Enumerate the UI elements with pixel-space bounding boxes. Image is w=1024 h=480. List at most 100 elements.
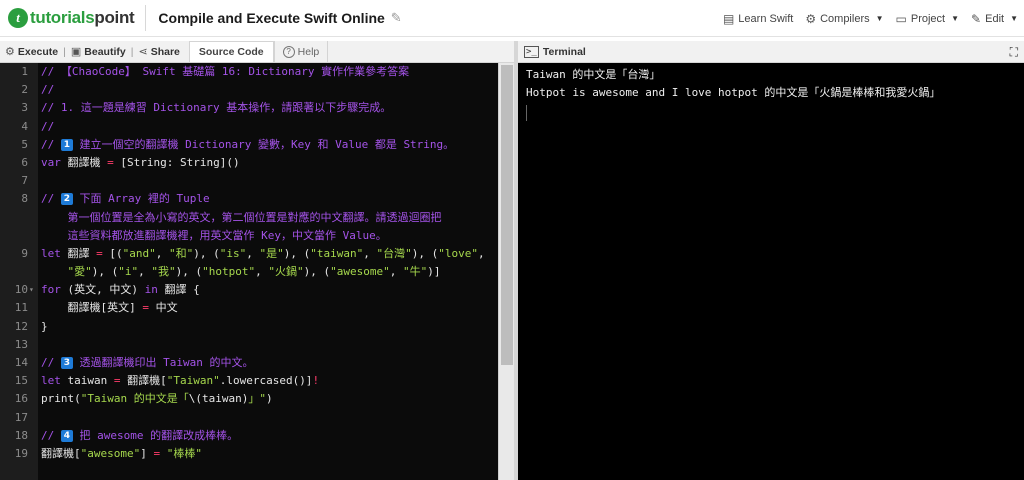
- code-token: "和": [169, 246, 194, 260]
- code-line[interactable]: 10 ▾ for (英文, 中文) in 翻譯 {: [0, 281, 498, 299]
- terminal-line: Hotpot is awesome and I love hotpot 的中文是…: [526, 86, 941, 99]
- code-text: }: [41, 318, 48, 336]
- expand-icon[interactable]: ⛶: [1010, 45, 1018, 60]
- top-header: t tutorialspoint Compile and Execute Swi…: [0, 0, 1024, 37]
- code-token: ), (: [193, 246, 220, 260]
- code-token: //: [41, 83, 55, 97]
- nav-project[interactable]: ▭ Project ▼: [896, 12, 960, 26]
- code-line[interactable]: 19 翻譯機["awesome"] = "棒棒": [0, 445, 498, 463]
- share-button[interactable]: ⋖ Share: [133, 45, 184, 59]
- execute-button[interactable]: ⚙ Execute: [0, 45, 63, 59]
- share-icon: ⋖: [138, 46, 148, 58]
- code-token: ), (: [91, 265, 119, 279]
- code-token: \(taiwan): [188, 392, 249, 406]
- code-token: "牛": [402, 265, 428, 279]
- code-token: [String: String](): [113, 155, 240, 169]
- code-token: 翻譯機[: [41, 446, 81, 460]
- code-token: "台灣": [376, 246, 412, 260]
- code-token: "love": [438, 246, 478, 260]
- code-token: (英文, 中文): [60, 283, 145, 297]
- code-line[interactable]: 11 翻譯機[英文] = 中文: [0, 299, 498, 317]
- code-editor[interactable]: 1 // 【ChaoCode】 Swift 基礎篇 16: Dictionary …: [0, 63, 516, 480]
- code-token: in: [144, 283, 158, 297]
- code-line[interactable]: 16 print("Taiwan 的中文是「\(taiwan)」"): [0, 390, 498, 408]
- tab-source-code[interactable]: Source Code: [188, 41, 274, 62]
- code-token: "awesome": [80, 446, 141, 460]
- fold-arrow-icon[interactable]: ▾: [29, 281, 37, 299]
- code-line[interactable]: 3 // 1. 這一題是練習 Dictionary 基本操作，請跟著以下步驟完成。: [0, 99, 498, 117]
- code-text: 第一個位置是全為小寫的英文，第二個位置是對應的中文翻譯。請透過迴圈把: [41, 209, 442, 227]
- code-token: ), (: [283, 246, 311, 260]
- code-token: "Taiwan 的中文是「: [80, 392, 189, 406]
- terminal-output[interactable]: Taiwan 的中文是「台灣」 Hotpot is awesome and I …: [518, 63, 1024, 480]
- nav-compilers[interactable]: ⚙ Compilers ▼: [805, 12, 883, 26]
- line-number: 7: [21, 174, 28, 188]
- code-line[interactable]: 14 // 3 透過翻譯機印出 Taiwan 的中文。: [0, 354, 498, 372]
- code-token: "and": [122, 246, 156, 260]
- code-line[interactable]: 12}: [0, 318, 498, 336]
- code-token: for: [41, 283, 61, 297]
- code-area[interactable]: 1 // 【ChaoCode】 Swift 基礎篇 16: Dictionary …: [0, 63, 498, 480]
- line-number: 13: [14, 337, 28, 351]
- logo-text-point: point: [94, 8, 135, 27]
- code-token: ,: [138, 265, 152, 279]
- code-line[interactable]: 8 // 2 下面 Array 裡的 Tuple: [0, 190, 498, 208]
- code-token: 翻譯機[: [120, 374, 167, 388]
- question-icon: ?: [282, 45, 295, 58]
- code-token: 建立一個空的翻譯機 Dictionary 變數，Key 和 Value 都是 S…: [72, 137, 455, 151]
- code-line[interactable]: 18 // 4 把 awesome 的翻譯改成棒棒。: [0, 427, 498, 445]
- code-line[interactable]: 6 var 翻譯機 = [String: String](): [0, 154, 498, 172]
- code-line[interactable]: 15 let taiwan = 翻譯機["Taiwan".lowercased()…: [0, 372, 498, 390]
- code-token: 把 awesome 的翻譯改成棒棒。: [72, 428, 239, 442]
- beautify-button[interactable]: ▣ Beautify: [66, 45, 131, 59]
- nav-learn-swift[interactable]: ▤ Learn Swift: [723, 12, 793, 26]
- line-number: 1: [21, 65, 28, 78]
- code-line[interactable]: 第一個位置是全為小寫的英文，第二個位置是對應的中文翻譯。請透過迴圈把: [0, 209, 498, 227]
- terminal-header: >_ Terminal ⛶: [518, 41, 1024, 63]
- tutorialspoint-logo[interactable]: t tutorialspoint: [8, 8, 135, 28]
- code-line[interactable]: 這些資料都放進翻譯機裡，用英文當作 Key，中文當作 Value。: [0, 227, 498, 245]
- line-number: 9: [21, 246, 28, 260]
- editor-scrollbar-thumb[interactable]: [501, 65, 513, 365]
- code-token: [(: [102, 246, 123, 260]
- terminal-line: Taiwan 的中文是「台灣」: [526, 68, 661, 81]
- code-line[interactable]: 7: [0, 172, 498, 190]
- code-token: //: [41, 119, 55, 133]
- editor-scrollbar[interactable]: [498, 63, 514, 480]
- line-number: 2: [21, 83, 28, 97]
- code-line[interactable]: 17: [0, 409, 498, 427]
- code-token: 這些資料都放進翻譯機裡，用英文當作 Key，中文當作 Value。: [41, 228, 387, 242]
- code-line[interactable]: "愛"), ("i", "我"), ("hotpot", "火鍋"), ("aw…: [0, 263, 498, 281]
- edit-title-icon[interactable]: ✎: [391, 10, 402, 26]
- code-text: let 翻譯 = [("and", "和"), ("is", "是"), ("t…: [41, 245, 485, 263]
- gears-icon: ⚙: [5, 46, 15, 58]
- nav-edit[interactable]: ✎ Edit ▼: [971, 12, 1018, 26]
- line-number: 12: [14, 319, 28, 333]
- code-line[interactable]: 1 // 【ChaoCode】 Swift 基礎篇 16: Dictionary …: [0, 63, 498, 81]
- code-line[interactable]: 9 let 翻譯 = [("and", "和"), ("is", "是"), ("…: [0, 245, 498, 263]
- top-nav: ▤ Learn Swift ⚙ Compilers ▼ ▭ Project ▼ …: [723, 0, 1018, 37]
- code-token: =: [107, 155, 114, 169]
- code-token: 中文: [148, 301, 178, 315]
- help-button[interactable]: ? Help: [273, 41, 329, 62]
- code-text: // 3 透過翻譯機印出 Taiwan 的中文。: [41, 354, 253, 372]
- code-text: 翻譯機["awesome"] = "棒棒": [41, 445, 202, 463]
- code-token: 第一個位置是全為小寫的英文，第二個位置是對應的中文翻譯。請透過迴圈把: [41, 210, 442, 224]
- logo-text: tutorialspoint: [30, 8, 135, 28]
- code-token: !: [312, 374, 320, 388]
- editor-toolbar: ⚙ Execute | ▣ Beautify | ⋖ Share Source …: [0, 41, 516, 63]
- code-text: 這些資料都放進翻譯機裡，用英文當作 Key，中文當作 Value。: [41, 227, 387, 245]
- code-line[interactable]: 4 //: [0, 118, 498, 136]
- code-token: //: [41, 192, 61, 206]
- nav-edit-label: Edit: [985, 12, 1005, 25]
- code-token: "愛": [67, 265, 92, 279]
- nav-project-label: Project: [910, 12, 946, 25]
- code-line[interactable]: 13: [0, 336, 498, 354]
- code-token: ,: [389, 265, 403, 279]
- code-line[interactable]: 5 // 1 建立一個空的翻譯機 Dictionary 變數，Key 和 Valu…: [0, 136, 498, 154]
- code-token: ,: [477, 246, 485, 260]
- code-line[interactable]: 2 //: [0, 81, 498, 99]
- number-badge-icon: 4: [60, 429, 73, 442]
- number-badge-icon: 1: [60, 138, 73, 151]
